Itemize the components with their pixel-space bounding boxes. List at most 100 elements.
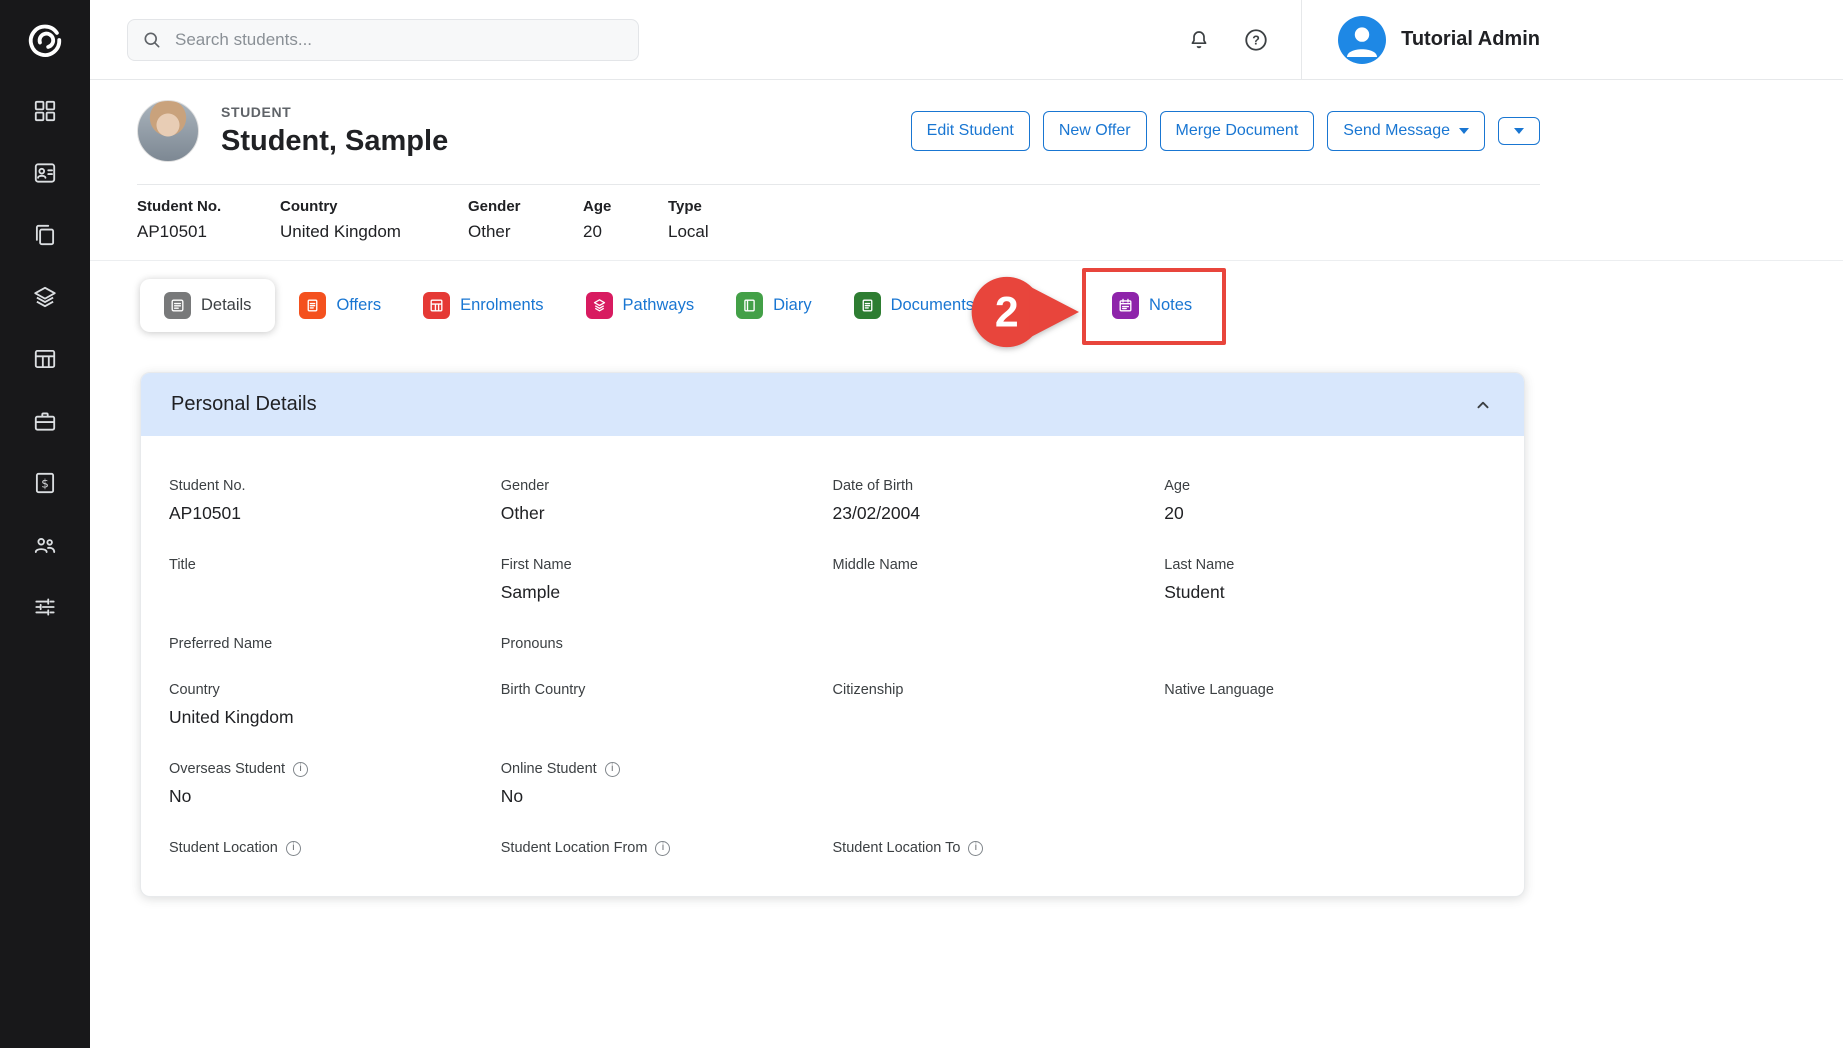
bell-icon [1187,28,1211,52]
topbar: ? Tutorial Admin [90,0,1843,80]
field-student-location-from: Student Location From i [501,840,833,856]
field-row: Overseas Student i No Online Student i N… [169,761,1496,810]
chevron-down-icon [1459,128,1469,134]
field-country: Country United Kingdom [169,682,501,731]
student-card-icon [32,160,58,186]
student-meta: Student No. AP10501 Country United Kingd… [137,184,1540,260]
meta-student-no: Student No. AP10501 [137,198,280,242]
content-area: Personal Details Student No. AP10501 [90,346,1843,1048]
field-row: Student Location i Student Location From… [169,840,1496,856]
sidebar-item-offers[interactable] [0,204,90,266]
student-title-block: STUDENT Student, Sample [221,104,448,158]
notes-tab-highlight: 2 Notes [1112,292,1192,319]
sidebar-item-students[interactable] [0,142,90,204]
account-name: Tutorial Admin [1401,28,1540,51]
meta-country: Country United Kingdom [280,198,468,242]
new-offer-button[interactable]: New Offer [1043,111,1147,151]
layers-icon [32,284,58,310]
collapse-button[interactable] [1472,394,1494,416]
field-student-location-to: Student Location To i [833,840,1165,856]
chevron-down-icon [1514,128,1524,134]
field-native-language: Native Language [1164,682,1496,698]
sidebar-item-settings[interactable] [0,576,90,638]
details-icon [164,292,191,319]
field-student-no: Student No. AP10501 [169,478,501,527]
info-icon[interactable]: i [655,841,670,856]
student-actions: Edit Student New Offer Merge Document Se… [911,111,1540,151]
enrolments-icon [423,292,450,319]
tab-details[interactable]: Details [140,279,275,332]
field-title: Title [169,557,501,573]
sidebar-item-courses[interactable] [0,266,90,328]
sidebar-item-timetable[interactable] [0,328,90,390]
briefcase-icon [32,408,58,434]
field-age: Age 20 [1164,478,1496,527]
field-first-name: First Name Sample [501,557,833,606]
chevron-up-icon [1472,394,1494,416]
field-date-of-birth: Date of Birth 23/02/2004 [833,478,1165,527]
tab-pathways[interactable]: Pathways [586,292,695,319]
meta-age: Age 20 [583,198,668,242]
field-birth-country: Birth Country [501,682,833,698]
diary-icon [736,292,763,319]
send-message-button[interactable]: Send Message [1327,111,1485,151]
tab-notes[interactable]: Notes [1112,292,1192,319]
sidebar-item-agents[interactable] [0,390,90,452]
field-last-name: Last Name Student [1164,557,1496,606]
student-kicker: STUDENT [221,104,448,120]
field-middle-name: Middle Name [833,557,1165,573]
panel-title: Personal Details [171,393,317,416]
invoice-dollar-icon: $ [32,470,58,496]
more-actions-button[interactable] [1498,117,1540,145]
help-button[interactable]: ? [1243,27,1269,53]
field-row: Preferred Name Pronouns [169,636,1496,652]
sidebar-item-contacts[interactable] [0,514,90,576]
personal-details-card: Personal Details Student No. AP10501 [140,372,1525,897]
field-row: Title First Name Sample Middle Name [169,557,1496,606]
sidebar-item-dashboard[interactable] [0,80,90,142]
sliders-icon [32,594,58,620]
help-icon: ? [1243,27,1269,53]
svg-text:?: ? [1252,33,1260,47]
field-student-location: Student Location i [169,840,501,856]
topbar-right: ? Tutorial Admin [1155,0,1540,79]
info-icon[interactable]: i [286,841,301,856]
search-input[interactable] [173,29,624,51]
notifications-button[interactable] [1187,28,1211,52]
account-avatar-icon [1338,16,1386,64]
table-icon [32,346,58,372]
people-icon [32,532,58,558]
dashboard-icon [32,98,58,124]
tab-diary[interactable]: Diary [736,292,812,319]
meta-type: Type Local [668,198,709,242]
tab-documents[interactable]: Documents [854,292,974,319]
logo-icon [26,21,64,59]
sidebar: $ [0,0,90,1048]
annotation-arrow: 2 [962,274,1082,350]
info-icon[interactable]: i [968,841,983,856]
student-name: Student, Sample [221,125,448,158]
notes-icon [1112,292,1139,319]
field-gender: Gender Other [501,478,833,527]
info-icon[interactable]: i [293,762,308,777]
offers-icon [299,292,326,319]
student-photo [137,100,199,162]
app: $ [0,0,1843,1048]
account-menu[interactable]: Tutorial Admin [1338,16,1540,64]
merge-document-button[interactable]: Merge Document [1160,111,1315,151]
meta-gender: Gender Other [468,198,583,242]
field-row: Country United Kingdom Birth Country Cit… [169,682,1496,731]
edit-student-button[interactable]: Edit Student [911,111,1030,151]
field-row: Student No. AP10501 Gender Other Date of… [169,478,1496,527]
tab-offers[interactable]: Offers [299,292,381,319]
search-icon [142,30,162,50]
tab-enrolments[interactable]: Enrolments [423,292,543,319]
field-citizenship: Citizenship [833,682,1165,698]
personal-details-header[interactable]: Personal Details [141,373,1524,436]
sidebar-item-invoices[interactable]: $ [0,452,90,514]
app-logo[interactable] [0,0,90,80]
student-header: STUDENT Student, Sample Edit Student New… [90,80,1843,261]
info-icon[interactable]: i [605,762,620,777]
step-number: 2 [995,288,1019,336]
main-area: ? Tutorial Admin [90,0,1843,1048]
